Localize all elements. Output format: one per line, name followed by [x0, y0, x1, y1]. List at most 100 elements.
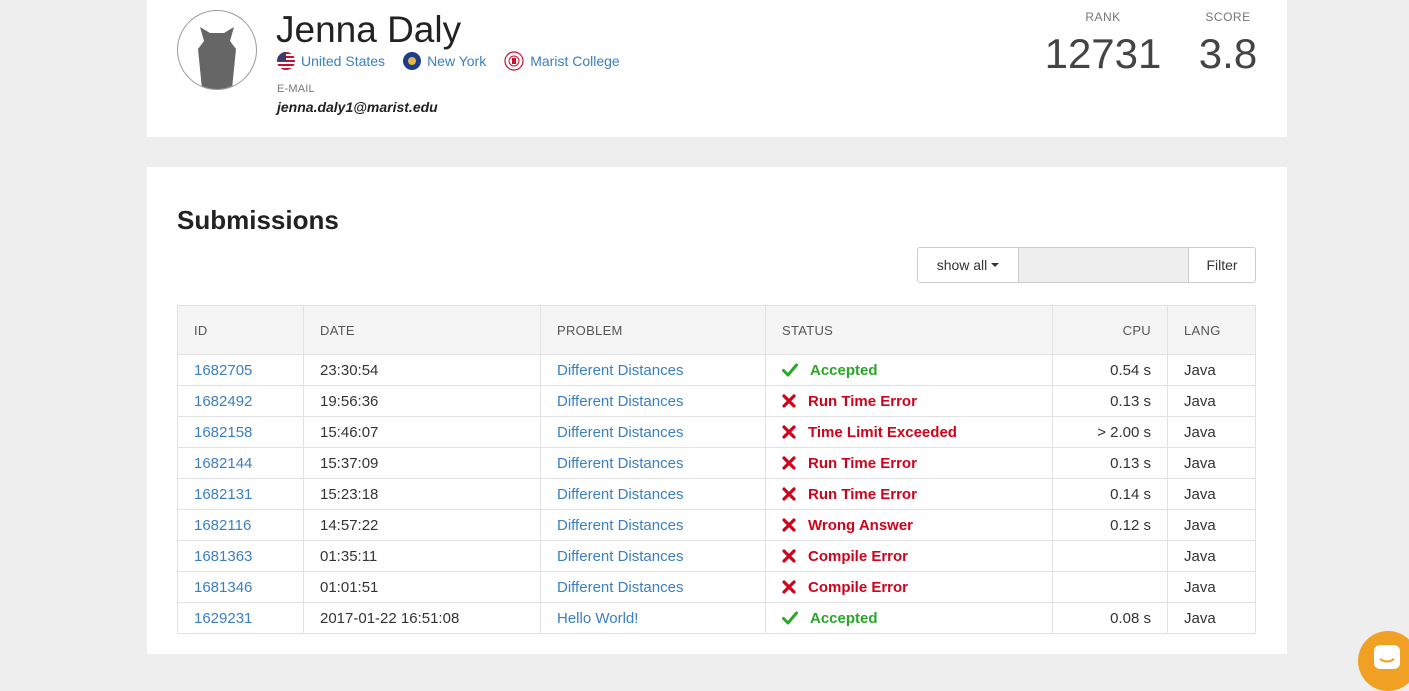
column-header-id[interactable]: ID: [177, 305, 304, 355]
cell-id: 1682131: [177, 478, 304, 510]
status-label: Run Time Error: [808, 392, 917, 410]
column-header-lang[interactable]: LANG: [1167, 305, 1256, 355]
cross-icon: [782, 394, 796, 408]
column-header-problem[interactable]: PROBLEM: [540, 305, 766, 355]
table-row: 1682144 15:37:09 Different Distances Run Ti…: [177, 447, 1256, 479]
cell-problem: Different Distances: [540, 354, 766, 386]
cell-problem: Different Distances: [540, 416, 766, 448]
cross-icon: [782, 518, 796, 532]
problem-link[interactable]: Different Distances: [557, 548, 683, 565]
user-avatar-icon: [198, 27, 236, 89]
cell-id: 1682116: [177, 509, 304, 541]
table-row: 1629231 2017-01-22 16:51:08 Hello World! Ac…: [177, 602, 1256, 634]
cell-status: Wrong Answer: [765, 509, 1053, 541]
cell-date: 23:30:54: [303, 354, 541, 386]
cross-icon: [782, 487, 796, 501]
state-link[interactable]: New York: [403, 52, 486, 70]
problem-link[interactable]: Different Distances: [557, 393, 683, 410]
cell-date: 15:23:18: [303, 478, 541, 510]
submission-id-link[interactable]: 1682492: [194, 393, 252, 410]
column-header-date[interactable]: DATE: [303, 305, 541, 355]
submission-id-link[interactable]: 1682116: [194, 517, 251, 534]
cell-id: 1681363: [177, 540, 304, 572]
cell-problem: Different Distances: [540, 385, 766, 417]
submissions-table: ID DATE PROBLEM STATUS CPU LANG 1682705 2…: [177, 305, 1256, 634]
problem-link[interactable]: Different Distances: [557, 486, 683, 503]
submission-id-link[interactable]: 1629231: [194, 610, 252, 627]
table-row: 1682158 15:46:07 Different Distances Time L…: [177, 416, 1256, 448]
cell-cpu: > 2.00 s: [1052, 416, 1168, 448]
table-row: 1681363 01:35:11 Different Distances Compil…: [177, 540, 1256, 572]
cell-cpu: 0.54 s: [1052, 354, 1168, 386]
cell-cpu: 0.13 s: [1052, 385, 1168, 417]
profile-card: Jenna Daly United States New York Marist…: [147, 0, 1287, 137]
table-header-row: ID DATE PROBLEM STATUS CPU LANG: [177, 305, 1256, 355]
score-stat: SCORE 3.8: [1174, 10, 1282, 80]
cell-lang: Java: [1167, 354, 1256, 386]
status-label: Run Time Error: [808, 485, 917, 503]
cross-icon: [782, 549, 796, 563]
cell-status: Time Limit Exceeded: [765, 416, 1053, 448]
cell-status: Compile Error: [765, 571, 1053, 603]
problem-link[interactable]: Different Distances: [557, 424, 683, 441]
college-link[interactable]: Marist College: [504, 51, 620, 71]
cell-id: 1682144: [177, 447, 304, 479]
cell-problem: Different Distances: [540, 478, 766, 510]
status-badge: Wrong Answer: [782, 517, 1036, 534]
cell-problem: Hello World!: [540, 602, 766, 634]
status-badge: Run Time Error: [782, 486, 1036, 503]
problem-link[interactable]: Hello World!: [557, 610, 638, 627]
score-value: 3.8: [1198, 30, 1258, 77]
table-row: 1682492 19:56:36 Different Distances Run Ti…: [177, 385, 1256, 417]
cell-status: Run Time Error: [765, 447, 1053, 479]
problem-link[interactable]: Different Distances: [557, 579, 683, 596]
college-label: Marist College: [530, 53, 620, 69]
cell-date: 2017-01-22 16:51:08: [303, 602, 541, 634]
status-badge: Compile Error: [782, 548, 1036, 565]
filter-button[interactable]: Filter: [1188, 247, 1256, 283]
email-label: E-MAIL: [277, 83, 315, 95]
status-label: Compile Error: [808, 547, 909, 565]
status-badge: Accepted: [782, 610, 1036, 627]
cell-lang: Java: [1167, 571, 1256, 603]
problem-link[interactable]: Different Distances: [557, 455, 683, 472]
status-badge: Compile Error: [782, 579, 1036, 596]
cell-id: 1629231: [177, 602, 304, 634]
check-icon: [782, 611, 798, 625]
cell-date: 15:46:07: [303, 416, 541, 448]
column-header-cpu[interactable]: CPU: [1052, 305, 1168, 355]
cell-lang: Java: [1167, 385, 1256, 417]
filter-bar: show all Filter: [917, 247, 1256, 283]
check-icon: [782, 363, 798, 377]
show-all-dropdown[interactable]: show all: [917, 247, 1019, 283]
cell-id: 1682705: [177, 354, 304, 386]
cell-date: 15:37:09: [303, 447, 541, 479]
column-header-status[interactable]: STATUS: [765, 305, 1053, 355]
submission-id-link[interactable]: 1682144: [194, 455, 252, 472]
cell-cpu: [1052, 540, 1168, 572]
cell-status: Compile Error: [765, 540, 1053, 572]
submission-id-link[interactable]: 1682158: [194, 424, 252, 441]
cell-lang: Java: [1167, 602, 1256, 634]
status-badge: Run Time Error: [782, 393, 1036, 410]
cell-lang: Java: [1167, 540, 1256, 572]
country-link[interactable]: United States: [277, 52, 385, 70]
submission-id-link[interactable]: 1682705: [194, 362, 252, 379]
submission-id-link[interactable]: 1682131: [194, 486, 252, 503]
submission-id-link[interactable]: 1681346: [194, 579, 252, 596]
cell-problem: Different Distances: [540, 509, 766, 541]
cross-icon: [782, 580, 796, 594]
status-badge: Time Limit Exceeded: [782, 424, 1036, 441]
table-row: 1681346 01:01:51 Different Distances Compil…: [177, 571, 1256, 603]
submission-id-link[interactable]: 1681363: [194, 548, 252, 565]
cell-cpu: 0.08 s: [1052, 602, 1168, 634]
country-label: United States: [301, 53, 386, 69]
chat-widget-button[interactable]: [1358, 631, 1409, 691]
cell-cpu: [1052, 571, 1168, 603]
problem-link[interactable]: Different Distances: [557, 362, 683, 379]
filter-input[interactable]: [1019, 247, 1188, 283]
cell-cpu: 0.14 s: [1052, 478, 1168, 510]
cell-problem: Different Distances: [540, 571, 766, 603]
problem-link[interactable]: Different Distances: [557, 517, 683, 534]
cell-cpu: 0.12 s: [1052, 509, 1168, 541]
